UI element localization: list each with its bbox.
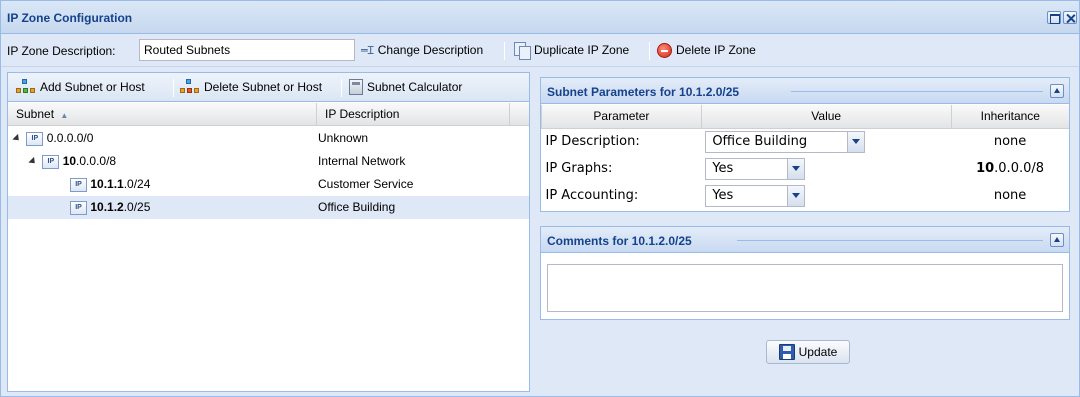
column-spacer xyxy=(510,103,529,126)
comments-title: Comments for 10.1.2.0/25 xyxy=(547,234,692,248)
collapse-up-icon[interactable] xyxy=(1050,233,1064,247)
param-row: IP Graphs: Yes 10.0.0.0/8 xyxy=(542,155,1070,182)
description-label: IP Zone Description: xyxy=(7,44,116,58)
save-icon xyxy=(778,344,795,360)
ip-description-cell: Unknown xyxy=(318,131,369,145)
table-row[interactable]: IP 10.1.1.0/24 Customer Service xyxy=(8,173,529,196)
collapse-up-icon[interactable] xyxy=(1050,84,1064,98)
delete-subnet-label: Delete Subnet or Host xyxy=(204,80,323,94)
add-network-icon xyxy=(16,79,36,95)
details-area: Subnet Parameters for 10.1.2.0/25 Parame… xyxy=(534,72,1077,392)
subnet-calculator-label: Subnet Calculator xyxy=(367,80,463,94)
add-subnet-label: Add Subnet or Host xyxy=(40,80,145,94)
zone-description-input[interactable] xyxy=(139,39,355,61)
column-ip-description[interactable]: IP Description xyxy=(317,103,510,126)
ip-description-cell: Customer Service xyxy=(318,177,414,191)
zone-toolbar: IP Zone Description: ═Ɪ Change Descripti… xyxy=(1,35,1079,67)
add-subnet-button[interactable]: Add Subnet or Host xyxy=(16,76,145,98)
window-title: IP Zone Configuration xyxy=(7,11,133,25)
table-row-selected[interactable]: IP 10.1.2.0/25 Office Building xyxy=(8,196,529,219)
param-name: IP Description: xyxy=(545,134,640,150)
subnet-parameters-title: Subnet Parameters for 10.1.2.0/25 xyxy=(547,85,740,99)
delete-subnet-button[interactable]: Delete Subnet or Host xyxy=(180,76,322,98)
subnet-toolbar: Add Subnet or Host Delete Subnet or Host… xyxy=(8,73,529,102)
sort-asc-icon: ▲ xyxy=(60,111,69,120)
close-icon[interactable] xyxy=(1063,11,1077,24)
subnet-parameters-panel: Subnet Parameters for 10.1.2.0/25 Parame… xyxy=(540,77,1070,212)
ip-graphs-select[interactable]: Yes xyxy=(705,157,806,180)
table-row[interactable]: IP 0.0.0.0/0 Unknown xyxy=(8,127,529,150)
subnet-parameters-header: Subnet Parameters for 10.1.2.0/25 xyxy=(541,78,1069,104)
ip-subnet-icon: IP xyxy=(70,177,87,192)
subnet-prefix: 10.1.2 xyxy=(90,200,124,214)
inheritance-cell: none xyxy=(993,134,1027,150)
subnet-prefix: 10 xyxy=(62,154,77,168)
chevron-down-icon[interactable] xyxy=(787,185,805,206)
maximize-icon[interactable] xyxy=(1047,11,1061,24)
parameters-table: Parameter Value Inheritance IP Descripti… xyxy=(541,105,1069,209)
update-label: Update xyxy=(798,345,838,359)
update-button[interactable]: Update xyxy=(766,340,850,364)
delete-zone-button[interactable]: Delete IP Zone xyxy=(657,39,756,61)
select-value: Yes xyxy=(712,188,734,203)
subnet-grid-header: Subnet ▲ IP Description xyxy=(8,103,529,126)
ip-subnet-icon: IP xyxy=(70,200,87,215)
subnet-address: .0/25 xyxy=(123,200,151,214)
param-row: IP Description: Office Building none xyxy=(542,128,1070,155)
column-subnet[interactable]: Subnet ▲ xyxy=(8,103,317,126)
column-ip-description-label: IP Description xyxy=(325,107,400,121)
ip-accounting-select[interactable]: Yes xyxy=(705,184,806,207)
comments-panel: Comments for 10.1.2.0/25 xyxy=(540,226,1070,320)
toolbar-separator xyxy=(649,42,650,60)
inheritance-cell: 10.0.0.0/8 xyxy=(976,161,1045,176)
subnet-address: .0.0.0/8 xyxy=(76,154,117,168)
table-row[interactable]: IP 10.0.0.0/8 Internal Network xyxy=(8,150,529,173)
param-row: IP Accounting: Yes none xyxy=(542,182,1070,209)
calculator-icon xyxy=(349,79,363,95)
change-description-button[interactable]: ═Ɪ Change Description xyxy=(361,39,483,61)
param-name: IP Accounting: xyxy=(545,188,639,203)
comments-textarea[interactable] xyxy=(547,264,1063,312)
toolbar-separator xyxy=(341,79,342,97)
inheritance-cell: none xyxy=(993,188,1027,203)
comments-header: Comments for 10.1.2.0/25 xyxy=(541,227,1069,253)
expand-toggle-icon[interactable] xyxy=(12,134,22,144)
chevron-down-icon[interactable] xyxy=(847,131,865,152)
header-parameter: Parameter xyxy=(541,105,702,129)
ip-description-cell: Internal Network xyxy=(318,154,406,168)
ip-description-select[interactable]: Office Building xyxy=(705,130,866,153)
window-titlebar: IP Zone Configuration xyxy=(1,1,1079,34)
subnet-calculator-button[interactable]: Subnet Calculator xyxy=(349,76,462,98)
expand-toggle-icon[interactable] xyxy=(28,157,38,167)
param-name: IP Graphs: xyxy=(545,161,613,176)
delete-icon xyxy=(657,42,672,58)
duplicate-zone-label: Duplicate IP Zone xyxy=(534,43,630,57)
delete-network-icon xyxy=(180,79,200,95)
column-subnet-label: Subnet xyxy=(16,107,55,121)
toolbar-separator xyxy=(173,79,174,97)
subnet-tree-panel: Add Subnet or Host Delete Subnet or Host… xyxy=(7,72,530,392)
duplicate-icon xyxy=(514,41,531,60)
ip-description-cell: Office Building xyxy=(318,200,396,214)
ip-zone-window: IP Zone Configuration IP Zone Descriptio… xyxy=(0,0,1080,397)
duplicate-zone-button[interactable]: Duplicate IP Zone xyxy=(514,39,629,61)
ip-subnet-icon: IP xyxy=(26,131,44,146)
toolbar-separator xyxy=(504,42,505,60)
chevron-down-icon[interactable] xyxy=(787,158,805,179)
subnet-address: .0/24 xyxy=(123,177,151,191)
subnet-address: 0.0.0.0/0 xyxy=(46,131,94,145)
ip-subnet-icon: IP xyxy=(42,154,60,169)
subnet-prefix: 10.1.1 xyxy=(90,177,124,191)
edit-icon: ═Ɪ xyxy=(361,43,374,57)
header-inheritance: Inheritance xyxy=(950,105,1069,129)
select-value: Yes xyxy=(712,161,734,176)
change-description-label: Change Description xyxy=(377,43,484,57)
select-value: Office Building xyxy=(712,134,808,150)
header-value: Value xyxy=(700,105,952,129)
delete-zone-label: Delete IP Zone xyxy=(676,43,756,57)
